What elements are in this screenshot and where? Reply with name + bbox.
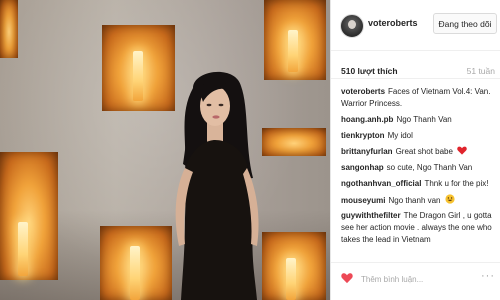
photo-candle (18, 222, 28, 276)
comment-username[interactable]: hoang.anh.pb (341, 115, 393, 124)
post-stats: 510 lượt thích 51 tuần (331, 52, 500, 79)
instagram-post-view: voteroberts Đang theo dõi 510 lượt thích… (0, 0, 500, 300)
comment-username[interactable]: mouseyumi (341, 196, 385, 205)
photo-candle (288, 30, 298, 72)
comment-username[interactable]: voteroberts (341, 87, 385, 96)
comment-text: Great shot babe (395, 146, 453, 156)
more-options-button[interactable]: ··· (481, 270, 495, 282)
add-comment-input[interactable] (361, 271, 473, 287)
post-header: voteroberts Đang theo dõi (331, 0, 500, 51)
woman-figure (175, 71, 259, 300)
photo-niche (0, 0, 18, 58)
comment-item: guywiththefilter The Dragon Girl , u gott… (341, 210, 497, 245)
comment-item: mouseyumi Ngo thanh van (341, 193, 497, 207)
comment-item: ngothanhvan_official Thnk u for the pix! (341, 178, 497, 190)
like-heart-icon[interactable] (341, 272, 353, 284)
post-side-panel: voteroberts Đang theo dõi 510 lượt thích… (330, 0, 500, 300)
like-count[interactable]: 510 lượt thích (341, 66, 398, 76)
comment-text: My idol (387, 130, 413, 140)
post-time[interactable]: 51 tuần (467, 66, 495, 76)
comment-username[interactable]: brittanyfurlan (341, 147, 393, 156)
following-button[interactable]: Đang theo dõi (433, 13, 497, 34)
comment-item: sangonhap so cute, Ngo Thanh Van (341, 162, 497, 174)
comment-text: Ngo Thanh Van (396, 114, 452, 124)
comment-username[interactable]: tienkrypton (341, 131, 385, 140)
comment-item: brittanyfurlan Great shot babe (341, 146, 497, 158)
photo-niche (0, 152, 58, 280)
comment-text: Thnk u for the pix! (424, 178, 489, 188)
photo-niche (100, 226, 172, 300)
avatar-face (348, 20, 356, 29)
comment-text: Ngo thanh van (388, 195, 441, 205)
comment-list: voteroberts Faces of Vietnam Vol.4: Van. … (341, 86, 497, 250)
comment-footer: ··· (331, 262, 500, 300)
grinning-emoji-icon (445, 193, 455, 204)
comment-username[interactable]: sangonhap (341, 163, 384, 172)
comment-username[interactable]: ngothanhvan_official (341, 179, 421, 188)
comment-item: voteroberts Faces of Vietnam Vol.4: Van. … (341, 86, 497, 109)
avatar[interactable] (340, 14, 364, 38)
comment-clip: guywiththefilter The Dragon Girl , u gott… (341, 210, 497, 245)
photo-candle (133, 51, 143, 101)
comment-username[interactable]: guywiththefilter (341, 211, 401, 220)
comment-text: so cute, Ngo Thanh Van (386, 162, 473, 172)
red-heart-emoji-icon (457, 146, 467, 155)
post-username[interactable]: voteroberts (368, 18, 418, 28)
comment-item: tienkrypton My idol (341, 130, 497, 142)
comment-item: hoang.anh.pb Ngo Thanh Van (341, 114, 497, 126)
photo-candle (130, 246, 140, 300)
photo-candle (286, 258, 296, 300)
post-photo (0, 0, 330, 300)
